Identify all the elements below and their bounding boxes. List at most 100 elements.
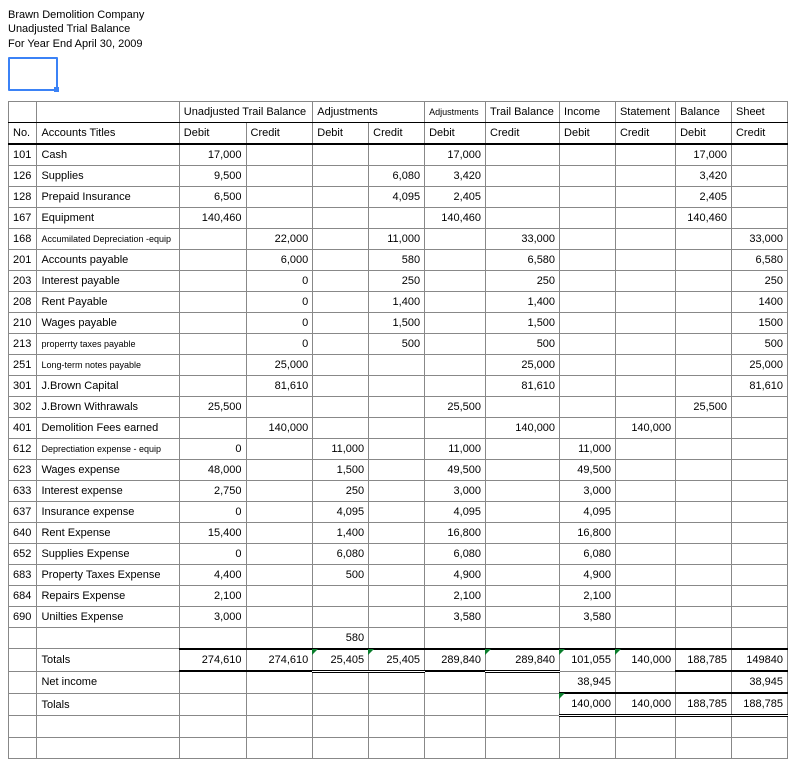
cell-adj_c: 6,080	[369, 165, 425, 186]
cell-utb_d: 4,400	[179, 564, 246, 585]
cell-bs_c	[731, 165, 787, 186]
account-no: 203	[9, 270, 37, 291]
cell-is_d	[560, 396, 616, 417]
cell-is_d	[560, 207, 616, 228]
cell-utb_d: 0	[179, 501, 246, 522]
cell-adj_c	[369, 417, 425, 438]
cell-is_d	[560, 270, 616, 291]
cell-adj_d	[313, 375, 369, 396]
cell-utb_c: 0	[246, 312, 313, 333]
company-name: Brawn Demolition Company	[8, 8, 790, 22]
cell-adj_d	[313, 144, 369, 166]
cell-adj_c: 250	[369, 270, 425, 291]
cell-adj_d: 4,095	[313, 501, 369, 522]
cell-is_c	[615, 438, 675, 459]
cell-utb_d: 3,000	[179, 606, 246, 627]
cell-adj_c	[369, 144, 425, 166]
cell-is_c	[615, 480, 675, 501]
table-row: 210Wages payable01,5001,5001500	[9, 312, 788, 333]
group-balance-a: Balance	[676, 101, 732, 122]
cell-atb_d: 2,405	[425, 186, 486, 207]
cell-is_d: 3,580	[560, 606, 616, 627]
cell-atb_c: 6,580	[486, 249, 560, 270]
totals-cell: 149840	[731, 649, 787, 672]
col-utb-c: Credit	[246, 122, 313, 144]
active-cell-selection[interactable]	[8, 57, 58, 91]
cell-utb_c	[246, 459, 313, 480]
cell-utb_c: 0	[246, 333, 313, 354]
col-acct: Accounts Titles	[37, 122, 179, 144]
cell-bs_c: 1500	[731, 312, 787, 333]
cell-atb_c: 33,000	[486, 228, 560, 249]
table-row: 251Long-term notes payable25,00025,00025…	[9, 354, 788, 375]
cell-bs_c: 500	[731, 333, 787, 354]
cell-utb_c	[246, 606, 313, 627]
account-title: Interest expense	[37, 480, 179, 501]
account-no: 652	[9, 543, 37, 564]
cell-bs_c	[731, 606, 787, 627]
report-period: For Year End April 30, 2009	[8, 37, 790, 51]
cell-adj_c	[369, 564, 425, 585]
cell-utb_d: 0	[179, 543, 246, 564]
account-title: J.Brown Withrawals	[37, 396, 179, 417]
cell-is_c	[615, 522, 675, 543]
cell-adj_d	[313, 228, 369, 249]
group-adjusted-b: Trail Balance	[486, 101, 560, 122]
cell-utb_c	[246, 165, 313, 186]
cell-is_c	[615, 375, 675, 396]
cell-utb_d: 2,100	[179, 585, 246, 606]
cell-is_c	[615, 354, 675, 375]
cell-atb_d: 3,000	[425, 480, 486, 501]
totals-cell: 140,000	[615, 649, 675, 672]
account-title: Supplies	[37, 165, 179, 186]
cell-is_c	[615, 333, 675, 354]
table-row-extra: 580	[9, 627, 788, 649]
cell-bs_d	[676, 270, 732, 291]
col-is-d: Debit	[560, 122, 616, 144]
account-no: 633	[9, 480, 37, 501]
cell-bs_c: 6,580	[731, 249, 787, 270]
cell-is_d: 11,000	[560, 438, 616, 459]
cell-atb_d: 4,095	[425, 501, 486, 522]
cell-atb_c	[486, 144, 560, 166]
final-is-d: 140,000	[560, 693, 616, 716]
cell-is_c	[615, 165, 675, 186]
cell-adj_d: 250	[313, 480, 369, 501]
account-no: 208	[9, 291, 37, 312]
cell-bs_c	[731, 459, 787, 480]
cell-adj_d: 1,400	[313, 522, 369, 543]
table-row: 684Repairs Expense2,1002,1002,100	[9, 585, 788, 606]
final-is-c: 140,000	[615, 693, 675, 716]
cell-adj_c	[369, 606, 425, 627]
cell-adj_c	[369, 459, 425, 480]
cell-bs_d	[676, 585, 732, 606]
account-title: Wages payable	[37, 312, 179, 333]
table-row: 401Demolition Fees earned140,000140,0001…	[9, 417, 788, 438]
cell-utb_c	[246, 438, 313, 459]
cell-is_c	[615, 564, 675, 585]
cell-bs_c	[731, 207, 787, 228]
account-no: 623	[9, 459, 37, 480]
final-totals-label: Tolals	[37, 693, 179, 716]
cell-bs_c: 250	[731, 270, 787, 291]
cell-utb_c	[246, 396, 313, 417]
cell-adj_c	[369, 354, 425, 375]
cell-adj_c: 11,000	[369, 228, 425, 249]
table-row: 203Interest payable0250250250	[9, 270, 788, 291]
cell-atb_c	[486, 480, 560, 501]
col-adj-c: Credit	[369, 122, 425, 144]
account-no: 201	[9, 249, 37, 270]
cell-utb_c: 6,000	[246, 249, 313, 270]
table-row: 128Prepaid Insurance6,5004,0952,4052,405	[9, 186, 788, 207]
cell-utb_c	[246, 480, 313, 501]
cell-utb_d: 2,750	[179, 480, 246, 501]
account-title: Accounts payable	[37, 249, 179, 270]
cell-adj_c: 1,400	[369, 291, 425, 312]
cell-adj_c: 500	[369, 333, 425, 354]
cell-adj_c	[369, 585, 425, 606]
table-row: 690Unilties Expense3,0003,5803,580	[9, 606, 788, 627]
cell-atb_d	[425, 228, 486, 249]
cell-adj_d	[313, 291, 369, 312]
cell-utb_c: 140,000	[246, 417, 313, 438]
cell-atb_d	[425, 417, 486, 438]
